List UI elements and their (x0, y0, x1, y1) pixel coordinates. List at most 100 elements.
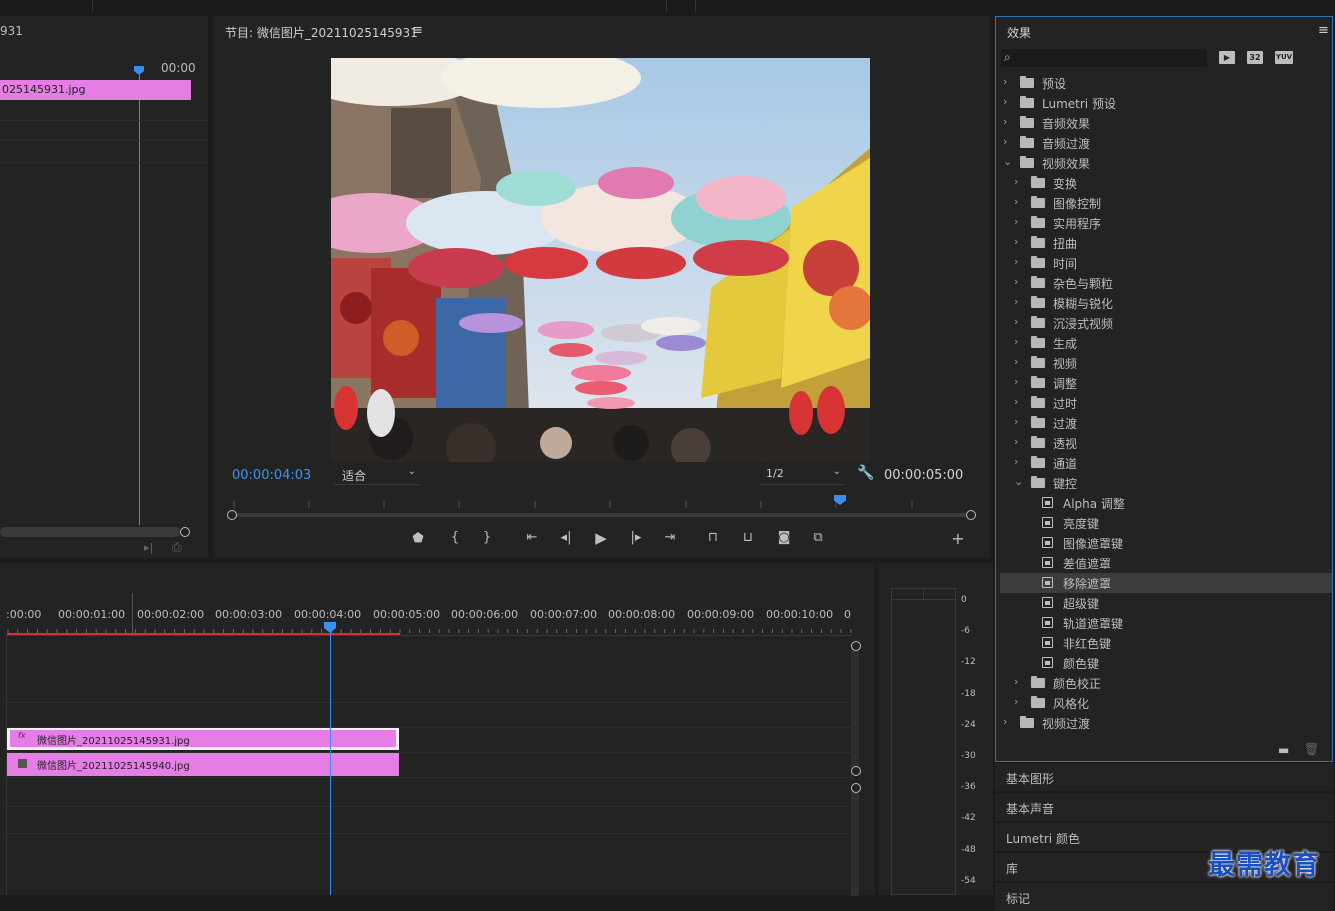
chevron-right-icon[interactable]: › (1014, 255, 1018, 268)
chevron-right-icon[interactable]: › (1014, 295, 1018, 308)
source-scroll-handle[interactable] (180, 527, 190, 537)
new-folder-icon[interactable]: ▬ (1278, 743, 1289, 757)
effects-tree-item[interactable]: ⌄ 键控 (1000, 473, 1332, 493)
timeline-vscroll-audio[interactable] (851, 786, 859, 896)
effects-tree-item[interactable]: 轨道遮罩键 (1000, 613, 1332, 633)
source-playhead-marker[interactable] (134, 66, 144, 75)
effects-tree-item[interactable]: › 颜色校正 (1000, 673, 1332, 693)
mark-out-icon[interactable]: } (477, 530, 497, 545)
camera-icon[interactable]: ◙ (774, 530, 794, 545)
chevron-right-icon[interactable]: › (1014, 235, 1018, 248)
effects-tree-item[interactable]: › 预设 (1000, 73, 1332, 93)
vscroll-audio-handle[interactable] (851, 783, 861, 793)
32bit-icon[interactable]: 32 (1247, 51, 1263, 64)
effects-tree-item[interactable]: 图像遮罩键 (1000, 533, 1332, 553)
chevron-right-icon[interactable]: › (1014, 275, 1018, 288)
effects-tree-item[interactable]: › 沉浸式视频 (1000, 313, 1332, 333)
chevron-right-icon[interactable]: › (1014, 335, 1018, 348)
go-to-in-icon[interactable]: ⇤ (522, 530, 542, 545)
resolution-dropdown[interactable]: 1/2 ⌄ (759, 466, 845, 485)
effects-tree-item[interactable]: Alpha 调整 (1000, 493, 1332, 513)
effects-tree-item[interactable]: › 杂色与颗粒 (1000, 273, 1332, 293)
timeline-ruler[interactable]: :00:00 00:00:01:00 00:00:02:00 00:00:03:… (0, 563, 860, 633)
effects-tree-item[interactable]: 亮度键 (1000, 513, 1332, 533)
effects-tree-item[interactable]: › 时间 (1000, 253, 1332, 273)
effects-tree-item[interactable]: › 变换 (1000, 173, 1332, 193)
effects-tree-item[interactable]: › 生成 (1000, 333, 1332, 353)
yuv-icon[interactable]: YUV (1275, 51, 1293, 64)
zoom-bar-left-handle[interactable] (227, 510, 237, 520)
chevron-right-icon[interactable]: › (1003, 75, 1007, 88)
wrench-icon[interactable]: 🔧 (857, 465, 874, 481)
chevron-right-icon[interactable]: › (1003, 135, 1007, 148)
effects-tree-item[interactable]: › Lumetri 预设 (1000, 93, 1332, 113)
chevron-right-icon[interactable]: › (1014, 455, 1018, 468)
comparison-view-icon[interactable]: ⧉ (808, 530, 828, 545)
effects-tree-item[interactable]: 颜色键 (1000, 653, 1332, 673)
chevron-right-icon[interactable]: › (1014, 375, 1018, 388)
chevron-right-icon[interactable]: › (1003, 95, 1007, 108)
accelerated-icon[interactable]: ▶ (1219, 51, 1235, 64)
chevron-right-icon[interactable]: › (1003, 715, 1007, 728)
step-forward-icon[interactable]: |▸ (626, 530, 646, 545)
chevron-right-icon[interactable]: › (1014, 355, 1018, 368)
chevron-right-icon[interactable]: › (1014, 395, 1018, 408)
chevron-right-icon[interactable]: › (1003, 115, 1007, 128)
vscroll-handle-top[interactable] (851, 641, 861, 651)
chevron-down-icon[interactable]: ⌄ (1003, 155, 1012, 168)
effects-tree-item[interactable]: › 图像控制 (1000, 193, 1332, 213)
effects-tree-item[interactable]: › 通道 (1000, 453, 1332, 473)
program-current-timecode[interactable]: 00:00:04:03 (232, 468, 311, 483)
chevron-right-icon[interactable]: › (1014, 675, 1018, 688)
effects-search-input[interactable]: ⌕ (1001, 49, 1207, 67)
chevron-right-icon[interactable]: › (1014, 435, 1018, 448)
source-scrollbar[interactable] (0, 527, 180, 537)
timeline-clip-v2[interactable]: fx 微信图片_20211025145931.jpg (7, 728, 399, 750)
chevron-right-icon[interactable]: › (1014, 415, 1018, 428)
effects-tree-item[interactable]: › 调整 (1000, 373, 1332, 393)
effects-tree-item[interactable]: › 透视 (1000, 433, 1332, 453)
effects-tree-item[interactable]: › 扭曲 (1000, 233, 1332, 253)
effects-tree-item[interactable]: 差值遮罩 (1000, 553, 1332, 573)
timeline-vscroll[interactable] (851, 644, 859, 767)
add-marker-icon[interactable]: ⬟ (408, 531, 428, 546)
timeline-clip-v1[interactable]: 微信图片_20211025145940.jpg (7, 753, 399, 776)
lift-icon[interactable]: ⊓ (703, 530, 723, 545)
program-video-frame[interactable] (331, 58, 870, 462)
chevron-right-icon[interactable]: › (1014, 215, 1018, 228)
zoom-bar-right-handle[interactable] (966, 510, 976, 520)
program-time-ruler[interactable] (226, 498, 972, 508)
vscroll-handle-bottom[interactable] (851, 766, 861, 776)
chevron-right-icon[interactable]: › (1014, 175, 1018, 188)
step-back-icon[interactable]: ◂| (556, 530, 576, 545)
play-icon[interactable]: ▶ (591, 529, 611, 547)
trash-icon[interactable]: 🗑 (1304, 742, 1319, 756)
chevron-right-icon[interactable]: › (1014, 695, 1018, 708)
hamburger-icon[interactable]: ≡ (412, 23, 423, 38)
insert-icon[interactable]: ▸| (144, 541, 153, 554)
source-clip[interactable]: 025145931.jpg (0, 80, 191, 100)
hamburger-icon[interactable]: ≡ (1318, 23, 1329, 38)
effects-tree-item[interactable]: › 过时 (1000, 393, 1332, 413)
chevron-right-icon[interactable]: › (1014, 315, 1018, 328)
effects-tree-item[interactable]: › 风格化 (1000, 693, 1332, 713)
side-panel-markers[interactable]: 标记 (995, 882, 1333, 911)
export-frame-icon[interactable]: ⎙ (172, 540, 182, 555)
effects-tree-item[interactable]: 非红色键 (1000, 633, 1332, 653)
effects-tree-item[interactable]: › 实用程序 (1000, 213, 1332, 233)
mark-in-icon[interactable]: { (445, 530, 465, 545)
effects-tree-item[interactable]: 移除遮罩 (1000, 573, 1332, 593)
effects-tree-item[interactable]: › 音频效果 (1000, 113, 1332, 133)
effects-tree-item[interactable]: ⌄ 视频效果 (1000, 153, 1332, 173)
side-panel-essential-sound[interactable]: 基本声音 (995, 792, 1333, 821)
chevron-down-icon[interactable]: ⌄ (1014, 475, 1023, 488)
program-zoom-bar[interactable] (232, 513, 972, 517)
effects-tree-item[interactable]: › 视频过渡 (1000, 713, 1332, 733)
effects-tree-item[interactable]: › 模糊与锐化 (1000, 293, 1332, 313)
side-panel-essential-graphics[interactable]: 基本图形 (995, 762, 1333, 791)
effects-tree-item[interactable]: › 音频过渡 (1000, 133, 1332, 153)
zoom-dropdown[interactable]: 适合 ⌄ (334, 466, 420, 485)
effects-tree-item[interactable]: 超级键 (1000, 593, 1332, 613)
extract-icon[interactable]: ⊔ (738, 530, 758, 545)
go-to-out-icon[interactable]: ⇥ (660, 530, 680, 545)
